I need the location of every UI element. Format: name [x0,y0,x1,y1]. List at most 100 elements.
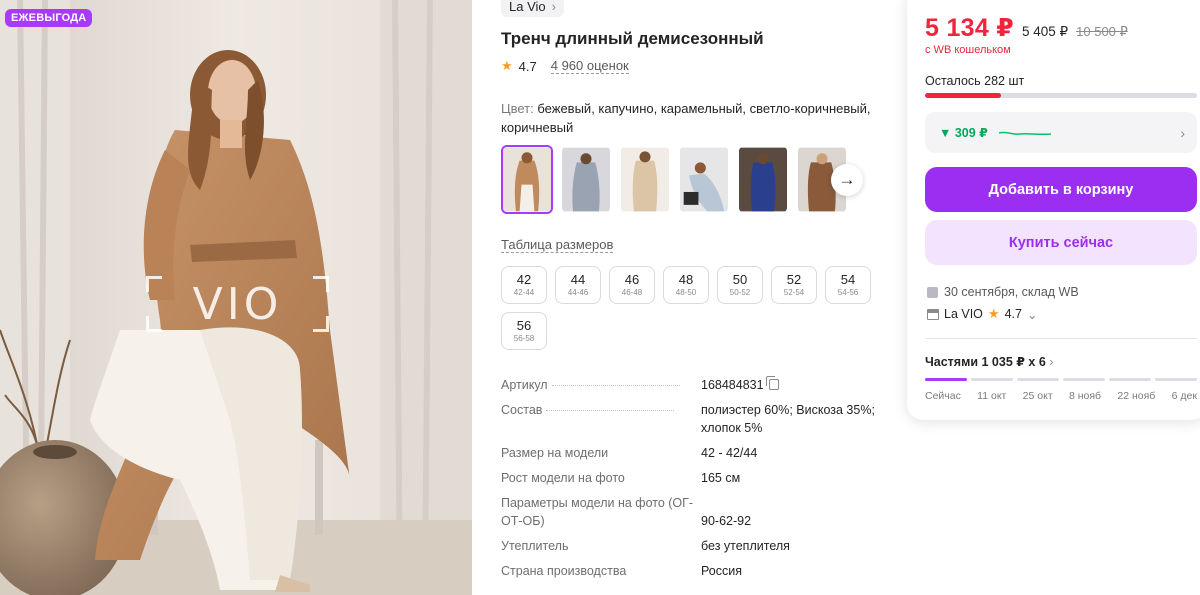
promo-badge: ЕЖЕВЫГОДА [5,9,93,27]
product-title: Тренч длинный демисезонный [501,29,764,48]
spec-row: Страна производства Россия [501,562,881,580]
old-price: 10 500 ₽ [1076,24,1128,39]
installments-text: Частями 1 035 ₽ x 6 [925,355,1046,369]
spec-value: полиэстер 60%; Вискоза 35%; хлопок 5% [701,403,875,435]
size-option[interactable]: 42 42-44 [501,266,547,304]
size-table-link[interactable]: Таблица размеров [501,237,614,253]
spec-row: Размер на модели 42 - 42/44 [501,444,881,462]
brand-link[interactable]: La Vio › [501,0,564,17]
installment-segment [1017,378,1059,381]
installment-date: 22 нояб [1117,390,1156,402]
installment-dates: Сейчас 11 окт 25 окт 8 нояб 22 нояб 6 де… [925,390,1197,402]
copy-icon[interactable] [765,376,779,390]
size-option[interactable]: 54 54-56 [825,266,871,304]
spec-name: Размер на модели [501,446,609,460]
rating-row: ★ 4.7 4 960 оценок [501,58,629,74]
reviews-link[interactable]: 4 960 оценок [550,58,629,74]
color-thumbnail[interactable] [619,145,671,214]
divider [925,338,1197,339]
size-option[interactable]: 52 52-54 [771,266,817,304]
installment-date: 25 окт [1022,390,1053,402]
product-main-photo[interactable]: ЕЖЕВЫГОДА VIO [0,0,472,595]
shop-icon [927,308,939,320]
spec-row: Рост модели на фото 165 см [501,469,881,487]
spec-row: Артикул 168484831 [501,376,881,394]
installment-date: 8 нояб [1068,390,1102,402]
installment-date: Сейчас [925,390,961,402]
bonus-value: ▼ 309 ₽ [939,126,988,140]
size-range: 44-46 [567,288,589,297]
size-option[interactable]: 56 56-58 [501,312,547,350]
installment-date: 11 окт [977,390,1007,402]
spec-row: Утеплитель без утеплителя [501,537,881,555]
size-option[interactable]: 48 48-50 [663,266,709,304]
spec-value: 168484831 [701,376,879,394]
price-trend-icon [998,131,1051,135]
size-range: 46-48 [621,288,643,297]
spec-row: Параметры модели на фото (ОГ-ОТ-ОБ) 90-6… [501,494,881,530]
chevron-right-icon: › [551,0,556,14]
spec-value: 90-62-92 [701,514,752,528]
wallet-price: 5 134 ₽ [925,14,1015,42]
stock-progress-fill [925,93,1002,98]
regular-price: 5 405 ₽ [1022,24,1069,39]
color-thumbnail[interactable] [560,145,612,214]
color-thumbnail[interactable] [678,145,730,214]
size-number: 42 [516,272,532,287]
installment-date: 6 дек [1171,390,1197,402]
installments-progress [925,378,1197,381]
buy-now-button[interactable]: Купить сейчас [925,220,1197,265]
seller-info[interactable]: La VIO ★ 4.7 ⌄ [927,306,1037,322]
size-number: 48 [678,272,694,287]
chevron-down-icon: ⌄ [1026,307,1038,322]
size-number: 50 [732,272,748,287]
size-selector: 42 42-44 44 44-46 46 46-48 48 48-50 50 50-52 … [501,266,881,350]
size-number: 44 [570,272,586,287]
color-value: бежевый, капучино, карамельный, светло-к… [501,101,871,135]
size-option[interactable]: 44 44-46 [555,266,601,304]
add-to-cart-button[interactable]: Добавить в корзину [925,167,1197,212]
installment-segment [925,378,967,381]
size-number: 56 [516,318,532,333]
brand-name: La Vio [509,0,546,14]
size-option[interactable]: 50 50-52 [717,266,763,304]
color-thumbnail[interactable] [737,145,789,214]
size-number: 52 [786,272,802,287]
wallet-note: с WB кошельком [925,44,1011,56]
chevron-right-icon: › [1180,124,1185,141]
seller-rating: 4.7 [1004,307,1022,321]
specs-table: Артикул 168484831 Состав полиэстер 60%; … [501,376,881,587]
seller-name: La VIO [944,307,983,321]
rating-value: 4.7 [518,58,537,74]
installments-link[interactable]: Частями 1 035 ₽ x 6 › [925,354,1053,369]
spec-name: Страна производства [501,564,627,578]
color-description: Цвет: бежевый, капучино, карамельный, св… [501,99,873,137]
color-label: Цвет: [501,101,534,116]
bonus-box[interactable]: ▼ 309 ₽ › [925,112,1197,153]
installment-segment [971,378,1013,381]
spec-name: Состав [501,401,701,437]
price-card: 5 134 ₽ 5 405 ₽ 10 500 ₽ с WB кошельком … [907,0,1200,420]
chevron-right-icon: › [1049,355,1054,369]
size-range: 48-50 [675,288,697,297]
delivery-text: 30 сентября, склад WB [944,285,1079,299]
box-icon [927,286,938,298]
spec-value: 165 см [701,471,741,485]
spec-name: Параметры модели на фото (ОГ-ОТ-ОБ) [501,496,694,528]
size-number: 54 [840,272,856,287]
color-thumbnail[interactable] [501,145,553,214]
spec-name: Утеплитель [501,539,569,553]
spec-name: Артикул [501,376,701,394]
installment-segment [1155,378,1197,381]
price-row: 5 134 ₽ 5 405 ₽ 10 500 ₽ [925,13,1128,43]
arrow-right-icon: → [838,170,856,189]
size-range: 56-58 [513,334,535,343]
size-option[interactable]: 46 46-48 [609,266,655,304]
star-icon: ★ [501,58,513,73]
brand-watermark: VIO [146,276,329,332]
stock-progress-bar [925,93,1197,98]
stock-text: Осталось 282 шт [925,74,1025,88]
thumbnails-next-button[interactable]: → [831,164,863,196]
size-number: 46 [624,272,640,287]
installment-segment [1109,378,1151,381]
